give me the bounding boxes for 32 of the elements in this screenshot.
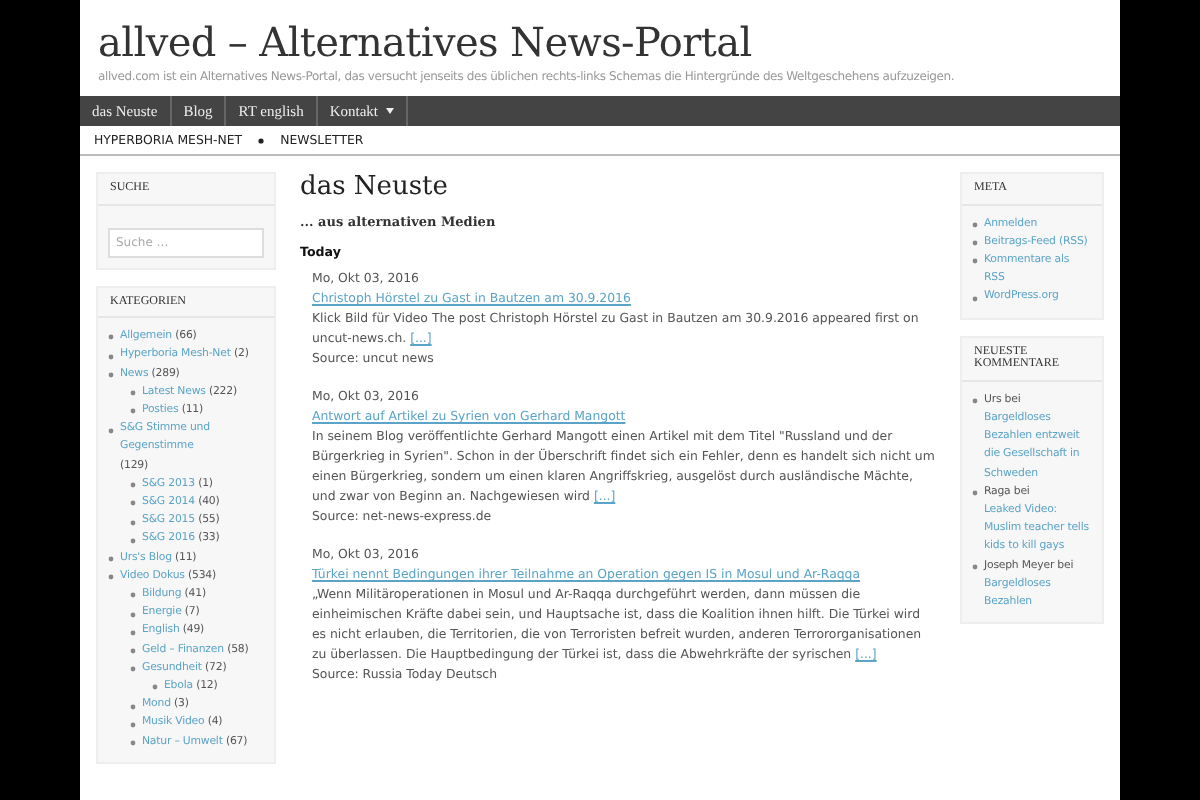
bullet-icon: [108, 334, 114, 341]
bullet-icon: [130, 739, 136, 746]
bullet-icon: [130, 500, 136, 507]
bullet-icon: [972, 240, 978, 247]
bullet-icon: [972, 221, 978, 228]
bullet-icon: [108, 555, 114, 562]
separator-dot-icon: [258, 137, 265, 143]
bullet-icon: [130, 721, 136, 728]
site-title[interactable]: allved – Alternatives News-Portal: [98, 16, 1102, 68]
bullet-icon: [130, 519, 136, 526]
bullet-icon: [108, 574, 114, 581]
bullet-icon: [108, 371, 114, 378]
bullet-icon: [972, 258, 978, 265]
bullet-icon: [108, 427, 114, 433]
bullet-icon: [972, 490, 978, 497]
bullet-icon: [972, 295, 978, 302]
bullet-icon: [972, 563, 978, 570]
bullet-icon: [130, 592, 136, 599]
bullet-icon: [108, 353, 114, 360]
bullet-icon: [130, 666, 136, 673]
bullet-icon: [130, 482, 136, 489]
bullet-icon: [152, 684, 158, 691]
bullet-icon: [130, 647, 136, 654]
bullet-icon: [972, 398, 978, 405]
bullet-icon: [130, 408, 136, 415]
bullet-icon: [130, 629, 136, 636]
bullet-icon: [130, 703, 136, 710]
caret-icon: [386, 108, 395, 114]
page-heading: das Neuste: [300, 172, 450, 202]
bullet-icon: [130, 611, 136, 618]
bullet-icon: [130, 390, 136, 397]
bullet-icon: [130, 537, 136, 544]
